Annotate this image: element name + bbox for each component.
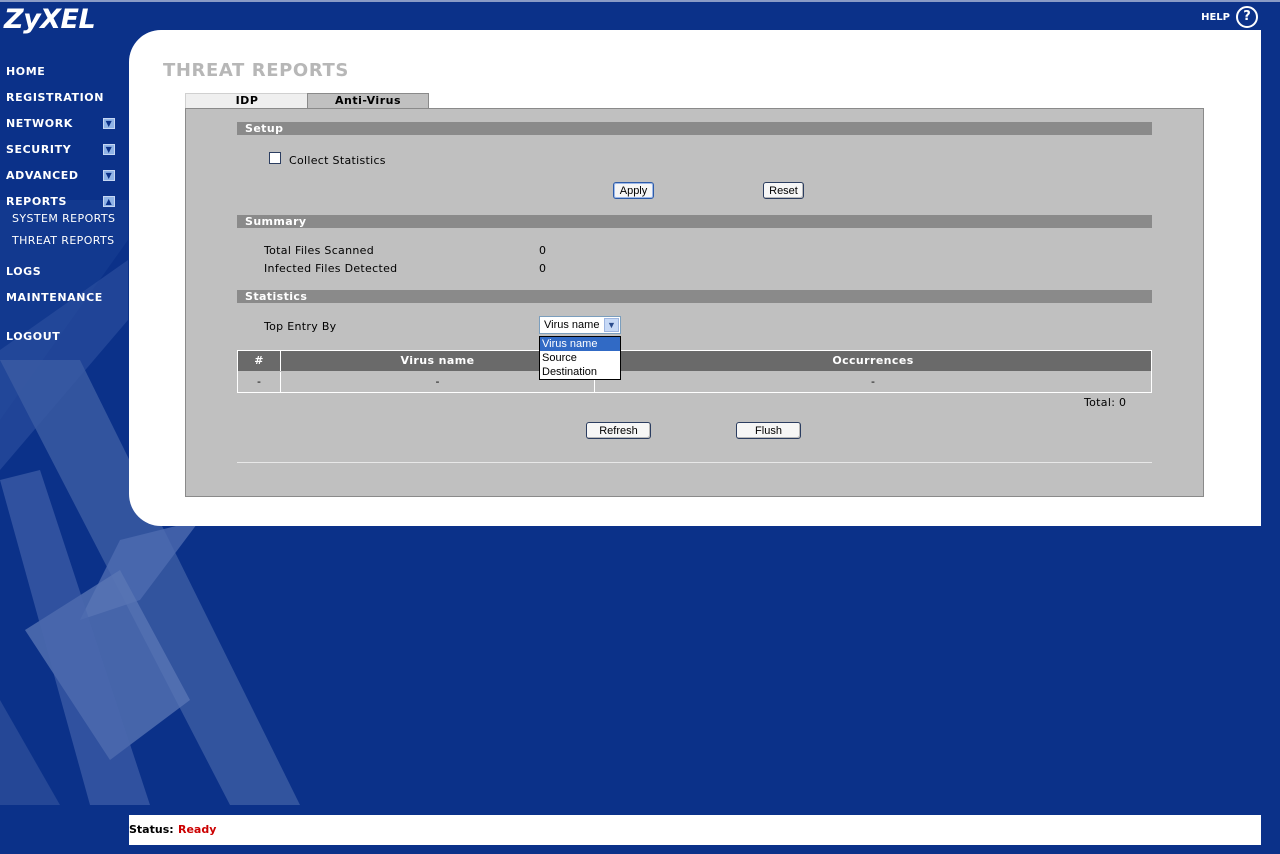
nav-security-label: SECURITY — [6, 143, 72, 156]
chevron-down-icon[interactable]: ▼ — [604, 318, 619, 332]
chevron-down-icon[interactable]: ▼ — [103, 144, 115, 155]
main-panel: THREAT REPORTS IDP Anti-Virus Setup Coll… — [129, 30, 1261, 526]
top-entry-by-label: Top Entry By — [264, 320, 337, 333]
help-link[interactable]: HELP ? — [1201, 6, 1258, 28]
option-source[interactable]: Source — [540, 351, 620, 365]
zyxel-logo: ZyXEL — [4, 4, 96, 35]
nav-registration[interactable]: REGISTRATION — [6, 91, 118, 104]
tab-idp[interactable]: IDP — [185, 93, 309, 108]
chevron-down-icon[interactable]: ▼ — [103, 170, 115, 181]
nav-reports[interactable]: REPORTS ▲ — [6, 195, 118, 208]
nav-logout[interactable]: LOGOUT — [6, 330, 118, 343]
collect-statistics-label: Collect Statistics — [289, 154, 386, 167]
chevron-up-icon[interactable]: ▲ — [103, 196, 115, 207]
top-entry-selected-value: Virus name — [544, 319, 600, 331]
nav-system-reports[interactable]: SYSTEM REPORTS — [12, 212, 115, 225]
page-title: THREAT REPORTS — [163, 60, 349, 81]
nav-home[interactable]: HOME — [6, 65, 118, 78]
status-value: Ready — [178, 823, 217, 836]
refresh-button[interactable]: Refresh — [586, 422, 651, 439]
nav-network-label: NETWORK — [6, 117, 73, 130]
statistics-section-header: Statistics — [237, 290, 1152, 303]
status-label: Status: — [129, 823, 174, 836]
nav-security[interactable]: SECURITY ▼ — [6, 143, 118, 156]
table-header-index: # — [238, 351, 281, 371]
tab-anti-virus[interactable]: Anti-Virus — [307, 93, 429, 108]
option-virus-name[interactable]: Virus name — [540, 337, 620, 351]
table-cell: - — [871, 375, 875, 388]
summary-section-header: Summary — [237, 215, 1152, 228]
nav-reports-label: REPORTS — [6, 195, 67, 208]
help-label: HELP — [1201, 11, 1230, 23]
nav-maintenance[interactable]: MAINTENANCE — [6, 291, 118, 304]
setup-section-header: Setup — [237, 122, 1152, 135]
collect-statistics-checkbox[interactable] — [269, 152, 281, 164]
status-bar: Status: Ready — [129, 815, 1261, 845]
divider — [237, 462, 1152, 463]
nav-logout-label: LOGOUT — [6, 330, 61, 343]
flush-button[interactable]: Flush — [736, 422, 801, 439]
nav-home-label: HOME — [6, 65, 46, 78]
infected-files-label: Infected Files Detected — [264, 262, 398, 275]
infected-files-value: 0 — [539, 262, 547, 275]
reset-button[interactable]: Reset — [763, 182, 804, 199]
nav-logs-label: LOGS — [6, 265, 42, 278]
chevron-down-icon[interactable]: ▼ — [103, 118, 115, 129]
nav-threat-reports[interactable]: THREAT REPORTS — [12, 234, 115, 247]
option-destination[interactable]: Destination — [540, 365, 620, 379]
top-entry-select[interactable]: Virus name ▼ — [539, 316, 621, 334]
total-files-scanned-label: Total Files Scanned — [264, 244, 374, 257]
total-count: Total: 0 — [1084, 396, 1127, 409]
nav-registration-label: REGISTRATION — [6, 91, 105, 104]
apply-button[interactable]: Apply — [613, 182, 654, 199]
total-files-scanned-value: 0 — [539, 244, 547, 257]
top-entry-dropdown-list: Virus name Source Destination — [539, 336, 621, 380]
statistics-table: # Virus name Occurrences - - - — [237, 350, 1152, 393]
help-icon: ? — [1236, 6, 1258, 28]
nav-network[interactable]: NETWORK ▼ — [6, 117, 118, 130]
anti-virus-content: Setup Collect Statistics Apply Reset Sum… — [185, 108, 1204, 497]
table-cell: - — [238, 372, 281, 392]
nav-advanced[interactable]: ADVANCED ▼ — [6, 169, 118, 182]
panel-edge — [1261, 30, 1278, 526]
table-header-occurrences: Occurrences — [595, 351, 1151, 371]
nav-maintenance-label: MAINTENANCE — [6, 291, 103, 304]
nav-advanced-label: ADVANCED — [6, 169, 79, 182]
nav-logs[interactable]: LOGS — [6, 265, 118, 278]
